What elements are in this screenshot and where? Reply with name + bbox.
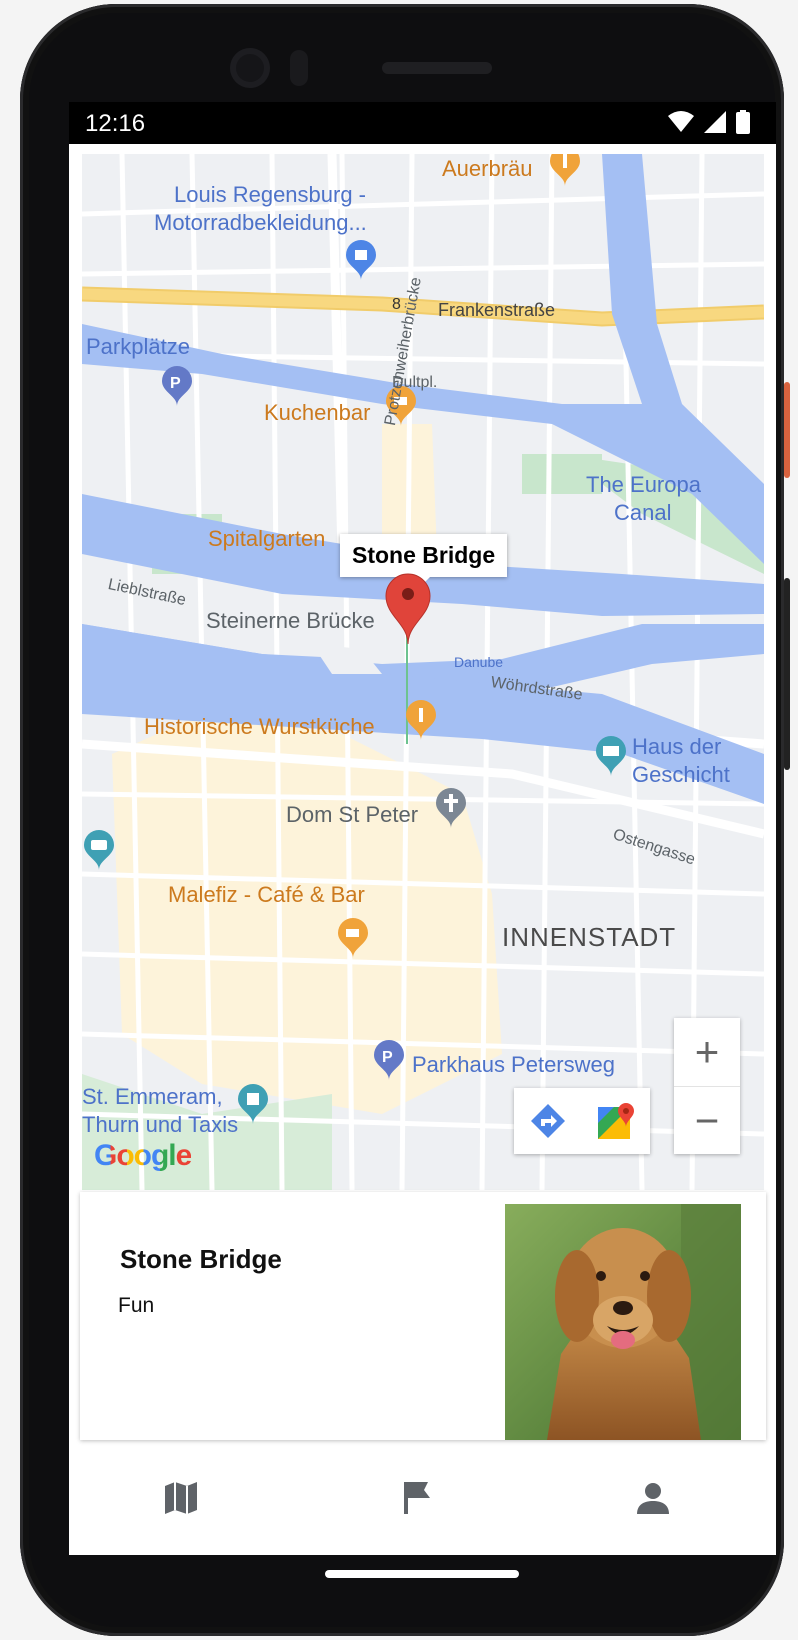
google-logo-text: Google [94, 1139, 192, 1172]
google-maps-icon [598, 1103, 634, 1139]
camera-marker-icon[interactable] [82, 830, 116, 870]
directions-button[interactable] [514, 1088, 582, 1154]
selected-location-pin-icon[interactable] [384, 572, 432, 644]
status-bar: 12:16 [69, 102, 776, 144]
map-label-wurstkuche: Historische Wurstküche [144, 714, 375, 739]
place-title: Stone Bridge [120, 1244, 282, 1274]
zoom-in-button[interactable]: + [674, 1018, 740, 1086]
map-label-steinerne-brucke: Steinerne Brücke [206, 608, 375, 633]
restaurant-marker-icon[interactable] [548, 154, 582, 186]
zoom-out-button[interactable]: − [674, 1087, 740, 1155]
map-label-danube: Danube [454, 654, 504, 670]
map-label-dom-st-peter: Dom St Peter [286, 802, 419, 827]
map-label-frankenstrasse: Frankenstraße [438, 300, 556, 320]
map-label-louis-1: Louis Regensburg - [174, 182, 367, 207]
nav-flag-button[interactable] [395, 1476, 439, 1520]
directions-icon [531, 1104, 565, 1138]
svg-text:P: P [382, 1049, 393, 1066]
battery-icon [736, 110, 750, 134]
map-label-auerbrau: Auerbräu [442, 156, 533, 181]
map-label-kuchenbar: Kuchenbar [264, 400, 371, 425]
map-label-haus-der-1: Haus der [632, 734, 722, 759]
dog-photo [505, 1204, 741, 1440]
front-camera [230, 48, 270, 88]
flag-icon [404, 1482, 430, 1514]
map-icon [165, 1482, 197, 1514]
castle-marker-icon[interactable] [236, 1084, 270, 1124]
person-icon [637, 1483, 669, 1514]
signal-icon [704, 111, 726, 133]
map-view[interactable]: Auerbräu Louis Regensburg - Motorradbekl… [82, 154, 764, 1190]
map-label-innenstadt: INNENSTADT [502, 922, 677, 952]
map-label-emmeram-2: Thurn und Taxis [82, 1112, 239, 1137]
earpiece-speaker [382, 62, 492, 74]
google-logo: Google [94, 1139, 192, 1173]
nav-profile-button[interactable] [631, 1476, 675, 1520]
parking-marker-icon[interactable]: P [160, 366, 194, 406]
map-label-emmeram-1: St. Emmeram, [82, 1084, 223, 1109]
zoom-controls: + − [674, 1018, 740, 1154]
volume-button [784, 578, 790, 770]
open-in-maps-button[interactable] [582, 1088, 650, 1154]
map-label-route8: 8 [392, 296, 401, 313]
map-label-europa-2: Canal [614, 500, 672, 525]
cafe-marker-icon[interactable] [336, 918, 370, 958]
place-subtitle: Fun [118, 1294, 155, 1317]
map-label-louis-2: Motorradbekleidung... [154, 210, 367, 235]
parking-marker-icon[interactable]: P [372, 1040, 406, 1080]
map-label-malefiz: Malefiz - Café & Bar [168, 882, 365, 907]
map-toolbar [514, 1088, 650, 1154]
wifi-icon [668, 111, 694, 132]
shopping-marker-icon[interactable] [344, 240, 378, 280]
marker-info-window[interactable]: Stone Bridge [340, 534, 508, 587]
restaurant-marker-icon[interactable] [404, 700, 438, 740]
map-base [82, 154, 764, 1190]
power-button [784, 382, 790, 478]
status-icons [668, 110, 750, 134]
nav-map-button[interactable] [159, 1476, 203, 1520]
church-marker-icon[interactable] [434, 788, 468, 828]
bottom-navigation [69, 1450, 776, 1555]
status-time: 12:16 [85, 110, 146, 137]
map-label-parkhaus: Parkhaus Petersweg [412, 1052, 615, 1077]
sensor [290, 50, 308, 86]
museum-marker-icon[interactable] [594, 736, 628, 776]
map-label-haus-der-2: Geschicht [632, 762, 730, 787]
map-label-europa-1: The Europa [586, 472, 701, 497]
place-card[interactable]: Stone Bridge Fun [80, 1192, 766, 1440]
phone-frame: 12:16 Auerbräu Louis Regensburg - Motorr… [20, 4, 790, 1636]
map-label-spitalgarten: Spitalgarten [208, 526, 326, 551]
svg-text:P: P [170, 375, 181, 392]
map-label-parkplatze: Parkplätze [86, 334, 190, 359]
screen: 12:16 Auerbräu Louis Regensburg - Motorr… [69, 102, 776, 1555]
home-indicator[interactable] [325, 1570, 519, 1578]
